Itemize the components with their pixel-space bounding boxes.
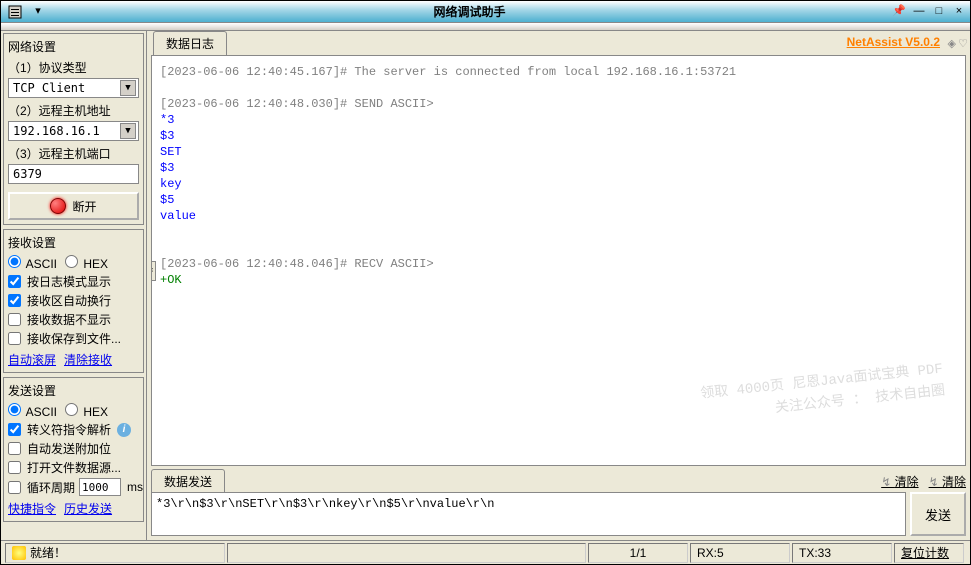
protocol-combo[interactable]: TCP Client ▼ — [8, 78, 139, 98]
window-title: 网络调试助手 — [49, 3, 890, 20]
clear-send-link-2[interactable]: 清除 — [929, 473, 966, 490]
send-hex-radio[interactable]: HEX — [65, 403, 108, 419]
protocol-value: TCP Client — [13, 81, 85, 95]
status-tx: TX:33 — [792, 543, 892, 563]
disconnect-button[interactable]: 断开 — [8, 192, 139, 220]
auto-wrap-check[interactable] — [8, 294, 21, 307]
network-settings-title: 网络设置 — [8, 38, 139, 55]
log-line — [160, 240, 957, 256]
log-textarea[interactable]: ‹ 领取 4000页 尼恩Java面试宝典 PDF 关注公众号 ： 技术自由圈 … — [151, 55, 966, 466]
clear-send-link[interactable]: 清除 — [881, 473, 918, 490]
chevron-down-icon[interactable]: ▼ — [120, 123, 136, 139]
log-line: SET — [160, 144, 957, 160]
expand-handle[interactable]: ‹ — [151, 261, 156, 281]
save-file-check[interactable] — [8, 332, 21, 345]
ready-icon — [12, 546, 26, 560]
brand-link[interactable]: NetAssist V5.0.2 — [847, 35, 940, 49]
log-line: $5 — [160, 192, 957, 208]
dropdown-icon[interactable]: ▾ — [29, 4, 47, 20]
pin-icon[interactable]: 📌 — [890, 4, 908, 20]
recv-settings-group: 接收设置 ASCII HEX 按日志模式显示 接收区自动换行 接收数据不显示 接… — [3, 229, 144, 373]
network-settings-group: 网络设置 （1）协议类型 TCP Client ▼ （2）远程主机地址 192.1… — [3, 33, 144, 225]
record-icon — [50, 198, 66, 214]
diamond-icon[interactable]: ◈ — [948, 37, 956, 50]
maximize-button[interactable]: □ — [930, 4, 948, 20]
log-line — [160, 224, 957, 240]
auto-append-check[interactable] — [8, 442, 21, 455]
log-line: $3 — [160, 128, 957, 144]
log-line: [2023-06-06 12:40:45.167]# The server is… — [160, 64, 957, 80]
send-input[interactable] — [151, 492, 906, 536]
recv-ascii-radio[interactable]: ASCII — [8, 255, 57, 271]
log-line: *3 — [160, 112, 957, 128]
escape-parse-check[interactable] — [8, 423, 21, 436]
auto-scroll-link[interactable]: 自动滚屏 — [8, 351, 56, 368]
send-button[interactable]: 发送 — [910, 492, 966, 536]
status-rx: RX:5 — [690, 543, 790, 563]
protocol-label: （1）协议类型 — [8, 59, 139, 76]
watermark: 领取 4000页 尼恩Java面试宝典 PDF 关注公众号 ： 技术自由圈 — [700, 358, 947, 427]
clear-recv-link[interactable]: 清除接收 — [64, 351, 112, 368]
host-combo[interactable]: 192.168.16.1 ▼ — [8, 121, 139, 141]
log-line: $3 — [160, 160, 957, 176]
port-input[interactable]: 6379 — [8, 164, 139, 184]
log-line: [2023-06-06 12:40:48.046]# RECV ASCII> — [160, 256, 957, 272]
host-label: （2）远程主机地址 — [8, 102, 139, 119]
tab-data-log[interactable]: 数据日志 — [153, 31, 227, 55]
tab-data-send[interactable]: 数据发送 — [151, 469, 225, 493]
status-ready: 就绪！ — [5, 543, 225, 563]
chevron-down-icon[interactable]: ▼ — [120, 80, 136, 96]
close-button[interactable]: × — [950, 4, 968, 20]
send-ascii-radio[interactable]: ASCII — [8, 403, 57, 419]
reset-counter-link[interactable]: 复位计数 — [894, 543, 964, 563]
disconnect-label: 断开 — [72, 198, 96, 215]
hide-recv-check[interactable] — [8, 313, 21, 326]
port-value: 6379 — [13, 167, 42, 181]
app-menu-icon[interactable] — [7, 4, 23, 20]
log-line: value — [160, 208, 957, 224]
log-line: +OK — [160, 272, 957, 288]
host-value: 192.168.16.1 — [13, 124, 100, 138]
log-line: key — [160, 176, 957, 192]
port-label: （3）远程主机端口 — [8, 145, 139, 162]
send-settings-group: 发送设置 ASCII HEX 转义符指令解析i 自动发送附加位 打开文件数据源.… — [3, 377, 144, 522]
minimize-button[interactable]: — — [910, 4, 928, 20]
status-counter: 1/1 — [588, 543, 688, 563]
log-line — [160, 80, 957, 96]
log-line: [2023-06-06 12:40:48.030]# SEND ASCII> — [160, 96, 957, 112]
log-mode-check[interactable] — [8, 275, 21, 288]
recv-settings-title: 接收设置 — [8, 234, 139, 251]
history-link[interactable]: 历史发送 — [64, 500, 112, 517]
loop-period-input[interactable] — [79, 478, 121, 496]
send-settings-title: 发送设置 — [8, 382, 139, 399]
recv-hex-radio[interactable]: HEX — [65, 255, 108, 271]
loop-check[interactable] — [8, 481, 21, 494]
shortcut-link[interactable]: 快捷指令 — [8, 500, 56, 517]
bell-icon[interactable]: ♡ — [958, 37, 968, 50]
open-file-check[interactable] — [8, 461, 21, 474]
info-icon[interactable]: i — [117, 423, 131, 437]
